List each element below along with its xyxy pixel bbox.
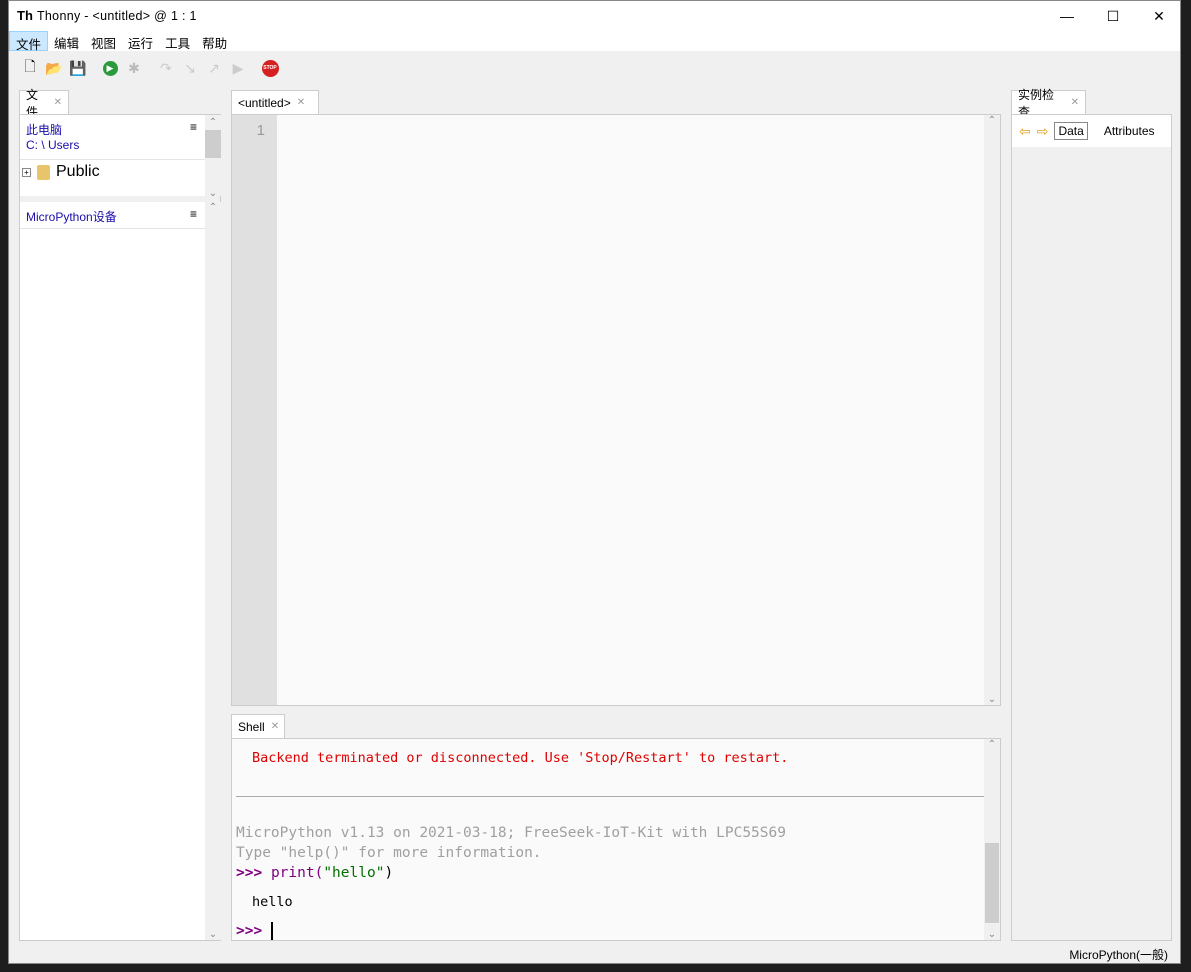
shell-output: hello	[252, 894, 293, 910]
tab-data[interactable]: Data	[1054, 122, 1088, 140]
save-icon[interactable]: 💾	[69, 59, 87, 77]
tab-label: <untitled>	[238, 95, 291, 110]
backend-error-message: Backend terminated or disconnected. Use …	[252, 750, 789, 766]
expand-icon[interactable]: +	[22, 167, 31, 177]
line-gutter: 1	[232, 115, 277, 705]
menu-bar: 文件 编辑 视图 运行 工具 帮助	[9, 31, 1180, 52]
tab-files[interactable]: 文件 ✕	[19, 88, 69, 119]
maximize-button[interactable]: ☐	[1090, 1, 1136, 31]
tab-untitled[interactable]: <untitled> ✕	[231, 90, 319, 114]
path-link[interactable]: C: \ Users	[26, 138, 79, 152]
prompt: >>>	[236, 865, 263, 881]
step-over-icon[interactable]: ↷	[157, 59, 175, 77]
device-menu-icon[interactable]: ≡	[190, 207, 197, 221]
files-menu-icon[interactable]: ≡	[190, 120, 197, 134]
close-button[interactable]: ✕	[1136, 1, 1182, 31]
command-string: "hello"	[323, 865, 385, 881]
run-icon[interactable]: ▶	[102, 60, 118, 76]
step-into-icon[interactable]: ↘	[181, 59, 199, 77]
banner-help-line: Type "help()" for more information.	[236, 845, 542, 861]
minimize-button[interactable]: —	[1044, 1, 1090, 31]
editor-scrollbar[interactable]: ⌃ ⌄	[984, 115, 1000, 705]
folder-icon	[37, 164, 50, 180]
title-bar: Th Thonny - <untitled> @ 1 : 1 — ☐ ✕	[9, 1, 1180, 31]
open-file-icon[interactable]: 📂	[45, 59, 63, 77]
menu-run[interactable]: 运行	[122, 31, 159, 51]
list-item[interactable]: + Public	[22, 163, 100, 181]
stop-icon[interactable]: STOP	[261, 59, 279, 77]
menu-tools[interactable]: 工具	[159, 31, 196, 51]
files-panel: 此电脑 C: \ Users ≡ + Public ⌃ ⌄ MicroPytho…	[19, 114, 221, 941]
code-editor[interactable]: 1 ⌃ ⌄	[231, 114, 1001, 706]
menu-file[interactable]: 文件	[9, 31, 49, 52]
tab-attributes[interactable]: Attributes	[1104, 124, 1155, 138]
prompt: >>>	[236, 923, 263, 939]
forward-arrow-icon[interactable]: ⇨	[1037, 123, 1049, 140]
device-scrollbar[interactable]: ⌃ ⌄	[205, 202, 221, 940]
menu-view[interactable]: 视图	[85, 31, 122, 51]
thonny-window: Th Thonny - <untitled> @ 1 : 1 — ☐ ✕ 文件 …	[8, 0, 1181, 964]
close-tab-icon[interactable]: ✕	[297, 97, 305, 108]
shell-scrollbar[interactable]: ⌃ ⌄	[984, 739, 1000, 940]
command-end: )	[384, 865, 394, 881]
shell-command-line: >>> print("hello")	[236, 865, 393, 881]
close-tab-icon[interactable]: ✕	[1071, 97, 1079, 108]
shell-panel[interactable]: Backend terminated or disconnected. Use …	[231, 738, 1001, 941]
tab-shell[interactable]: Shell ✕	[231, 714, 285, 738]
banner-line: MicroPython v1.13 on 2021-03-18; FreeSee…	[236, 825, 786, 841]
menu-help[interactable]: 帮助	[196, 31, 233, 51]
micropython-device-title[interactable]: MicroPython设备	[26, 208, 117, 225]
step-out-icon[interactable]: ↗	[205, 59, 223, 77]
debug-icon[interactable]: ✱	[125, 59, 143, 77]
this-pc-link[interactable]: 此电脑	[26, 121, 62, 138]
close-tab-icon[interactable]: ✕	[54, 97, 62, 108]
files-scrollbar[interactable]: ⌃ ⌄	[205, 115, 221, 199]
inspector-panel: ⇦ ⇨ Data Attributes	[1011, 114, 1172, 941]
tab-label: Shell	[238, 719, 265, 734]
line-number: 1	[256, 122, 265, 139]
window-title: Thonny - <untitled> @ 1 : 1	[37, 9, 197, 23]
divider	[236, 796, 984, 797]
back-arrow-icon[interactable]: ⇦	[1019, 123, 1031, 140]
shell-input-line[interactable]: >>>	[236, 922, 273, 940]
thonny-logo-icon: Th	[17, 8, 33, 23]
toolbar: 🗋 📂 💾 ▶ ✱ ↷ ↘ ↗ ▶ STOP	[21, 58, 279, 78]
text-cursor	[270, 922, 273, 940]
close-tab-icon[interactable]: ✕	[271, 721, 279, 732]
interpreter-status[interactable]: MicroPython(一般)	[1069, 946, 1168, 963]
folder-name: Public	[56, 163, 100, 180]
tab-object-inspector[interactable]: 实例检查 ✕	[1011, 88, 1086, 119]
menu-edit[interactable]: 编辑	[48, 31, 85, 51]
new-file-icon[interactable]: 🗋	[21, 58, 39, 77]
command-function: print(	[270, 865, 324, 881]
resume-icon[interactable]: ▶	[229, 59, 247, 77]
